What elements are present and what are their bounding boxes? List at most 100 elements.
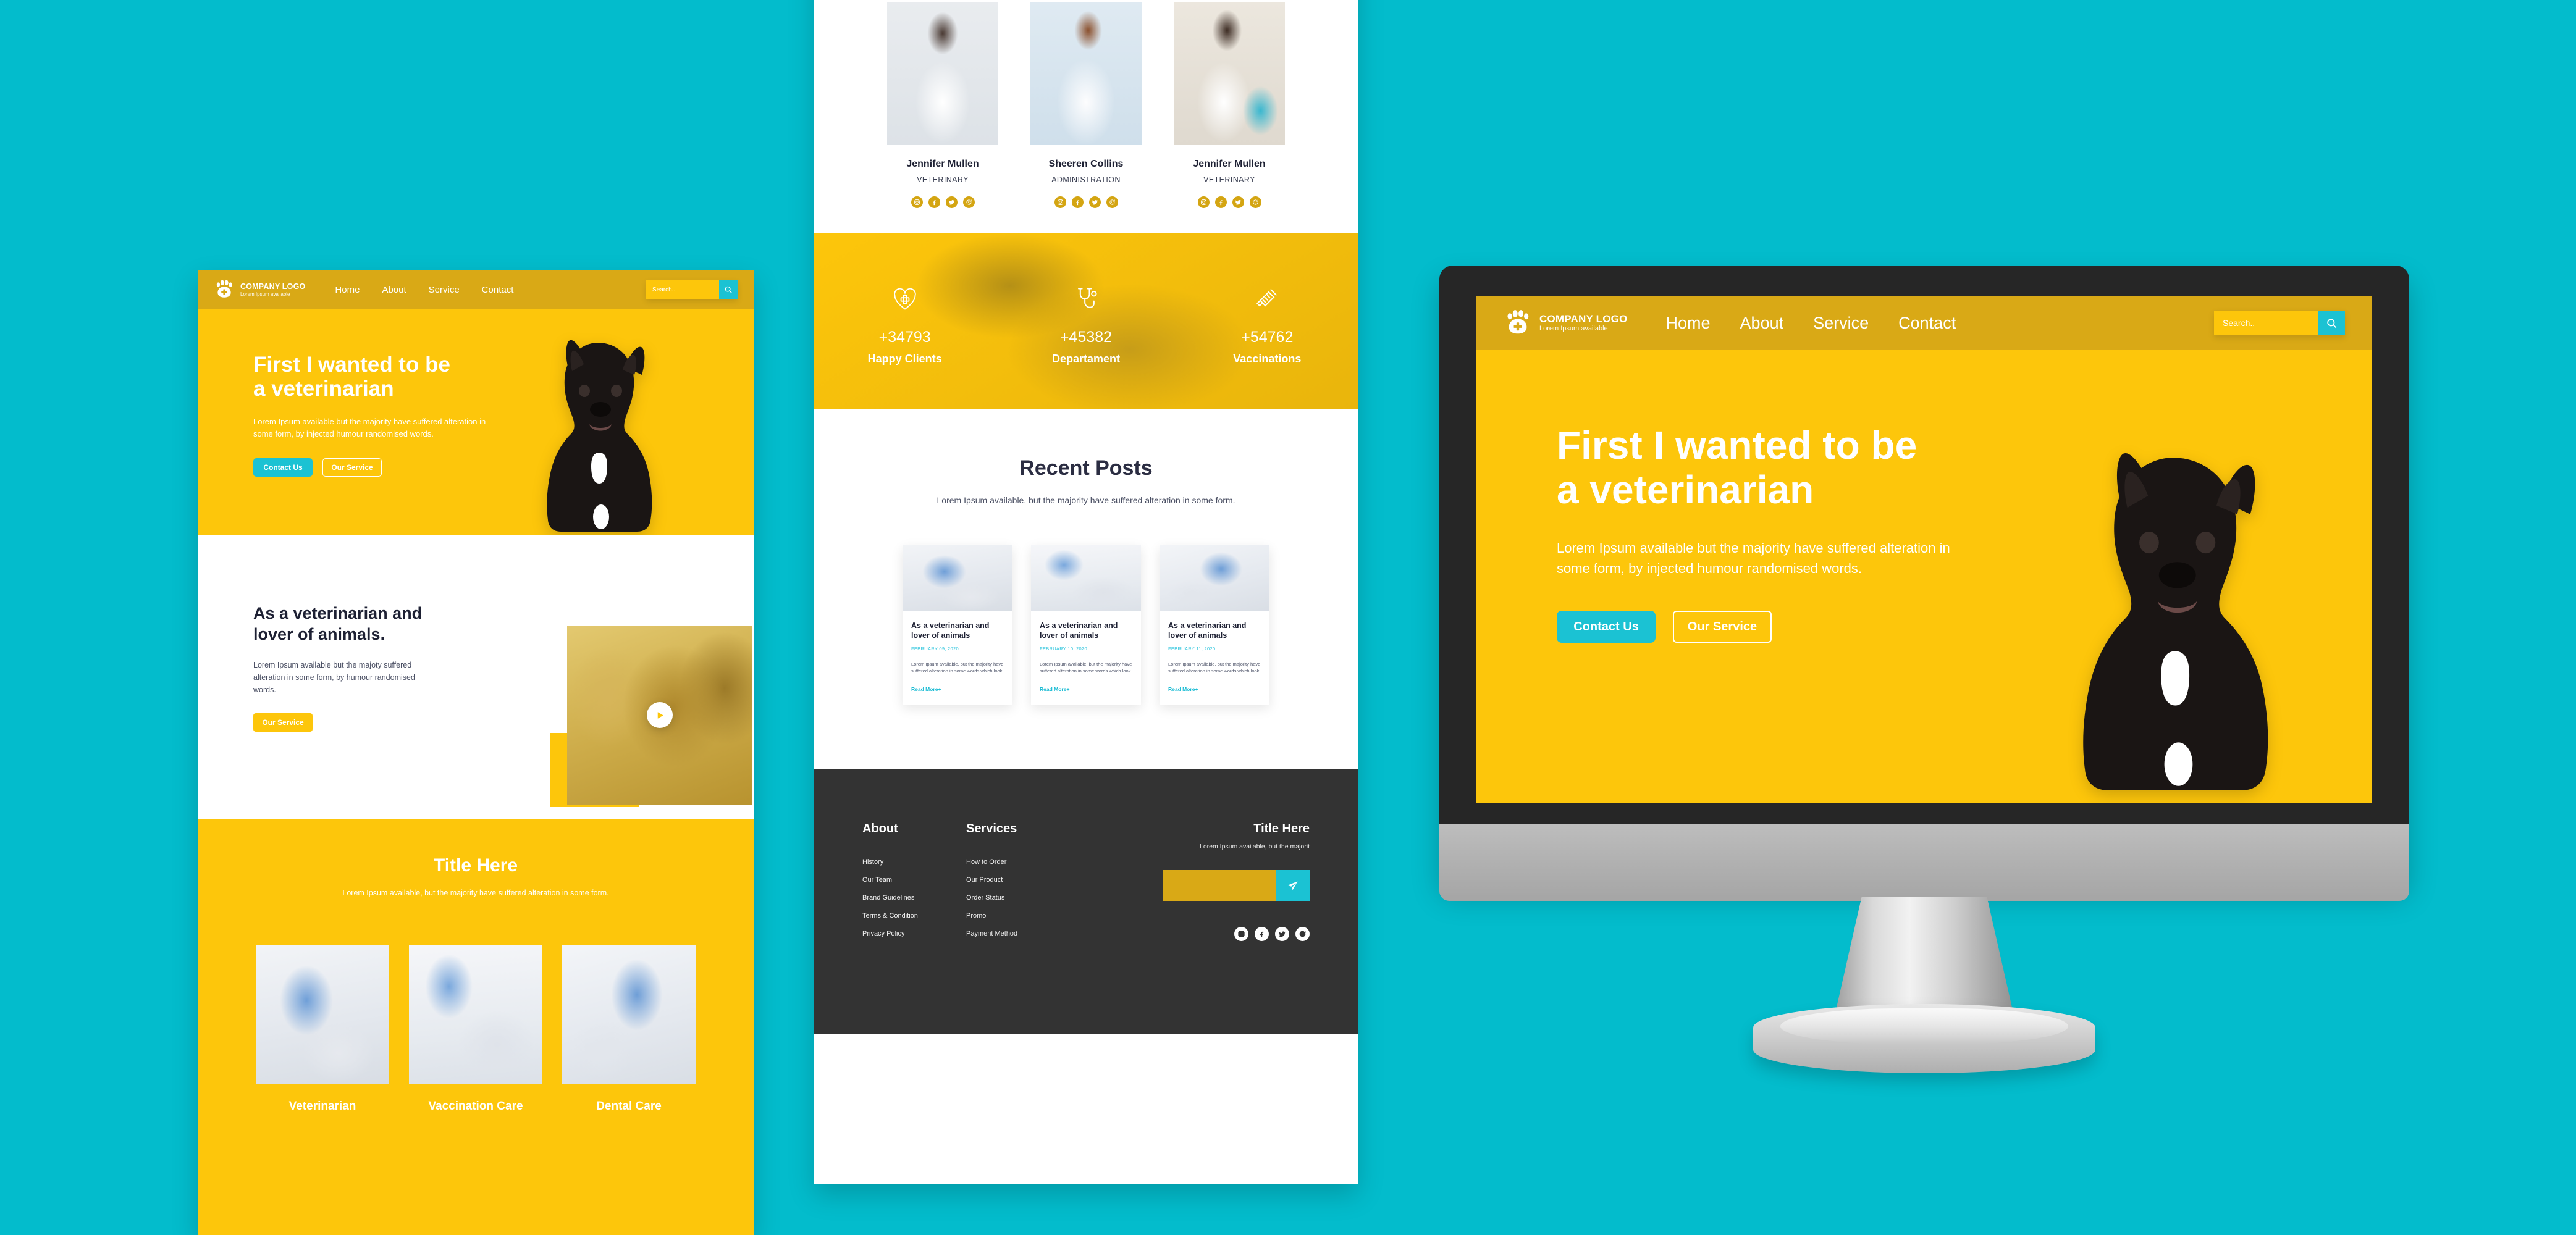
- twitter-icon[interactable]: [1275, 927, 1289, 941]
- post-card[interactable]: As a veterinarian and lover of animals F…: [1160, 545, 1269, 705]
- footer-link-promo[interactable]: Promo: [966, 912, 1070, 919]
- send-icon[interactable]: [1276, 870, 1310, 901]
- team-member-socials: [1174, 196, 1285, 208]
- post-card[interactable]: As a veterinarian and lover of animals F…: [1031, 545, 1141, 705]
- footer-link-our-product[interactable]: Our Product: [966, 876, 1070, 884]
- footer-newsletter-column: Title Here Lorem Ipsum available, but th…: [1163, 822, 1310, 1034]
- service-label: Vaccination Care: [428, 1099, 523, 1113]
- footer-link-history[interactable]: History: [862, 858, 966, 866]
- team-member-photo: [887, 2, 998, 145]
- read-more-link[interactable]: Read More+: [1168, 686, 1261, 692]
- contact-us-button[interactable]: Contact Us: [253, 458, 313, 477]
- service-card[interactable]: Dental Care: [562, 944, 696, 1113]
- nav-item-contact[interactable]: Contact: [482, 285, 514, 295]
- footer-socials: [1163, 927, 1310, 941]
- post-date: FEBRUARY 11, 2020: [1168, 646, 1216, 652]
- search-input[interactable]: Search..: [646, 280, 719, 299]
- team-member-role: VETERINARY: [917, 175, 969, 184]
- heart-plus-icon: [891, 277, 919, 312]
- search-box[interactable]: Search..: [646, 280, 738, 299]
- facebook-icon[interactable]: [928, 196, 940, 208]
- whatsapp-icon[interactable]: [1106, 196, 1118, 208]
- instagram-icon[interactable]: [1054, 196, 1066, 208]
- navbar: COMPANY LOGO Lorem Ipsum available Home …: [198, 270, 754, 309]
- footer-link-order-status[interactable]: Order Status: [966, 894, 1070, 902]
- twitter-icon[interactable]: [1088, 196, 1101, 208]
- paw-cross-logo-icon: [214, 279, 235, 300]
- contact-us-button[interactable]: Contact Us: [1557, 611, 1656, 643]
- twitter-icon[interactable]: [1232, 196, 1244, 208]
- footer-link-how-to-order[interactable]: How to Order: [966, 858, 1070, 866]
- read-more-link[interactable]: Read More+: [1040, 686, 1132, 692]
- team-member-card[interactable]: Jennifer Mullen VETERINARY: [887, 2, 998, 208]
- search-button[interactable]: [719, 280, 738, 299]
- footer-link-brand-guidelines[interactable]: Brand Guidelines: [862, 894, 966, 902]
- search-box[interactable]: Search..: [2214, 311, 2345, 335]
- team-member-card[interactable]: Sheeren Collins ADMINISTRATION: [1030, 2, 1142, 208]
- service-card[interactable]: Vaccination Care: [409, 944, 542, 1113]
- stats-section: +34793 Happy Clients +45382 Departament: [814, 233, 1358, 409]
- twitter-icon[interactable]: [945, 196, 958, 208]
- team-member-card[interactable]: Jennifer Mullen VETERINARY: [1174, 2, 1285, 208]
- stat-label: Happy Clients: [867, 353, 942, 365]
- facebook-icon[interactable]: [1071, 196, 1084, 208]
- team-list: Jennifer Mullen VETERINARY Sheeren Colli…: [814, 2, 1358, 208]
- service-label: Dental Care: [596, 1099, 662, 1113]
- newsletter-input[interactable]: [1163, 870, 1276, 901]
- instagram-icon[interactable]: [1197, 196, 1210, 208]
- stat-number: +54762: [1241, 329, 1294, 346]
- hero-title-line1: First I wanted to be: [253, 353, 450, 377]
- post-image: [903, 545, 1012, 611]
- play-icon[interactable]: [647, 702, 673, 728]
- nav-item-about[interactable]: About: [382, 285, 406, 295]
- logo-name: COMPANY LOGO: [240, 282, 306, 291]
- logo-name: COMPANY LOGO: [1539, 312, 1628, 325]
- nav-item-about[interactable]: About: [1740, 314, 1784, 333]
- footer-link-our-team[interactable]: Our Team: [862, 876, 966, 884]
- search-input[interactable]: Search..: [2214, 311, 2318, 335]
- facebook-icon[interactable]: [1214, 196, 1227, 208]
- footer-newsletter-subtitle: Lorem Ipsum available, but the majorit: [1199, 843, 1310, 850]
- about-video-thumbnail[interactable]: [567, 626, 752, 805]
- nav-item-service[interactable]: Service: [1813, 314, 1869, 333]
- logo[interactable]: COMPANY LOGO Lorem Ipsum available: [1504, 309, 1628, 337]
- footer-services-title: Services: [966, 822, 1017, 835]
- footer-link-payment-method[interactable]: Payment Method: [966, 930, 1070, 937]
- service-card[interactable]: Veterinarian: [256, 944, 389, 1113]
- desktop-monitor-mockup: COMPANY LOGO Lorem Ipsum available Home …: [1439, 266, 2409, 1149]
- post-card[interactable]: As a veterinarian and lover of animals F…: [903, 545, 1012, 705]
- whatsapp-icon[interactable]: [962, 196, 975, 208]
- footer-link-terms[interactable]: Terms & Condition: [862, 912, 966, 919]
- nav-item-service[interactable]: Service: [429, 285, 460, 295]
- instagram-icon[interactable]: [911, 196, 923, 208]
- mockup-stage: COMPANY LOGO Lorem Ipsum available Home …: [0, 0, 2576, 1235]
- search-button[interactable]: [2318, 311, 2345, 335]
- footer-link-privacy[interactable]: Privacy Policy: [862, 930, 966, 937]
- team-member-photo: [1030, 2, 1142, 145]
- nav-item-contact[interactable]: Contact: [1898, 314, 1956, 333]
- hero-title: First I wanted to be a veterinarian: [253, 353, 544, 401]
- logo-tagline: Lorem Ipsum available: [1539, 325, 1608, 333]
- facebook-icon[interactable]: [1255, 927, 1269, 941]
- about-our-service-button[interactable]: Our Service: [253, 713, 313, 732]
- whatsapp-icon[interactable]: [1295, 927, 1310, 941]
- monitor-stand-base: [1753, 1004, 2095, 1073]
- our-service-button[interactable]: Our Service: [1673, 611, 1772, 643]
- nav-item-home[interactable]: Home: [335, 285, 360, 295]
- footer-newsletter-title: Title Here: [1253, 822, 1310, 835]
- hero-title-line2: a veterinarian: [253, 377, 394, 401]
- about-title-line1: As a veterinarian and: [253, 604, 423, 622]
- service-image: [562, 944, 696, 1084]
- stethoscope-icon: [1072, 277, 1100, 312]
- post-image: [1160, 545, 1269, 611]
- read-more-link[interactable]: Read More+: [911, 686, 1004, 692]
- logo[interactable]: COMPANY LOGO Lorem Ipsum available: [214, 279, 305, 300]
- team-member-socials: [887, 196, 998, 208]
- stat-label: Vaccinations: [1233, 353, 1302, 365]
- nav-links: Home About Service Contact: [1666, 314, 1956, 333]
- our-service-button[interactable]: Our Service: [322, 458, 382, 477]
- services-subtitle: Lorem Ipsum available, but the majority …: [342, 889, 609, 897]
- nav-item-home[interactable]: Home: [1666, 314, 1711, 333]
- whatsapp-icon[interactable]: [1249, 196, 1261, 208]
- instagram-icon[interactable]: [1234, 927, 1248, 941]
